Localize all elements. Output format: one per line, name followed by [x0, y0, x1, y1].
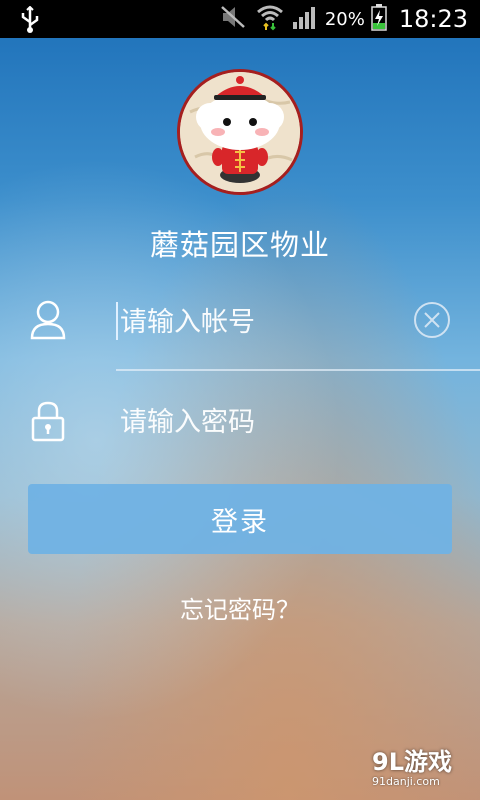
mute-icon [219, 4, 249, 34]
password-input[interactable] [116, 400, 444, 444]
app-title: 蘑菇园区物业 [149, 228, 330, 262]
mascot-logo-icon [177, 69, 303, 195]
user-icon [30, 300, 66, 344]
status-bar: 20% 18:23 [0, 0, 480, 38]
watermark: 9L游戏 91danji.com [372, 742, 480, 800]
watermark-logo: 9L游戏 [372, 748, 452, 776]
battery-percent: 20% [324, 8, 365, 30]
input-divider [116, 369, 480, 371]
lock-icon [30, 400, 66, 446]
account-input[interactable] [116, 300, 414, 344]
usb-icon [18, 5, 42, 38]
battery-charging-icon [371, 3, 387, 35]
login-button[interactable]: 登录 [28, 484, 452, 554]
clear-icon[interactable] [413, 301, 451, 343]
wifi-icon [255, 3, 285, 35]
forgot-password-link[interactable]: 忘记密码？ [0, 590, 480, 625]
clock: 18:23 [398, 5, 468, 33]
signal-icon [291, 4, 319, 34]
watermark-site: 91danji.com [372, 775, 440, 788]
